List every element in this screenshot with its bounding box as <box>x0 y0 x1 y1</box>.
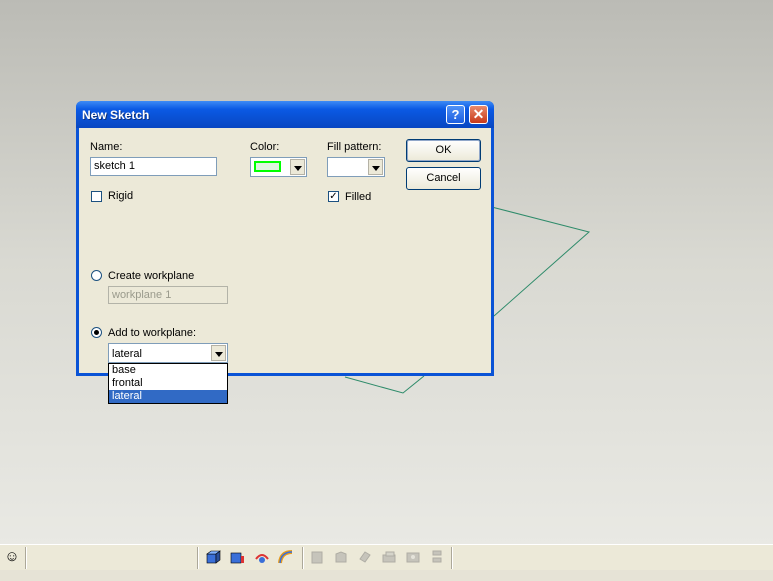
add-to-workplane-radio[interactable] <box>91 327 102 338</box>
chevron-down-icon[interactable] <box>211 345 226 361</box>
help-button[interactable]: ? <box>446 105 465 124</box>
chamfer-icon <box>357 549 373 565</box>
dropdown-item-frontal[interactable]: frontal <box>109 377 227 390</box>
status-separator <box>451 547 453 569</box>
sweep-icon[interactable] <box>254 549 270 565</box>
status-bar: ☺ <box>0 544 773 571</box>
status-separator <box>302 547 304 569</box>
loft-icon[interactable] <box>278 549 294 565</box>
fill-pattern-combo[interactable] <box>327 157 385 177</box>
name-label: Name: <box>90 141 123 153</box>
fillet-icon <box>333 549 349 565</box>
fill-pattern-label: Fill pattern: <box>327 141 382 153</box>
cancel-button[interactable]: Cancel <box>406 167 481 190</box>
rigid-label: Rigid <box>108 190 134 202</box>
window-bottom-edge <box>0 570 773 581</box>
workplane-select-value: lateral <box>112 348 142 360</box>
filled-label: Filled <box>345 191 372 203</box>
extrude-icon[interactable] <box>205 549 221 565</box>
color-label: Color: <box>250 141 280 153</box>
status-separator <box>25 547 27 569</box>
shell-icon <box>309 549 325 565</box>
dropdown-item-lateral[interactable]: lateral <box>109 390 227 403</box>
chevron-down-icon[interactable] <box>290 159 305 175</box>
color-swatch <box>254 161 281 172</box>
close-icon: ✕ <box>472 106 485 122</box>
dialog-titlebar[interactable]: New Sketch ? ✕ <box>76 101 494 128</box>
draft-icon <box>381 549 397 565</box>
add-to-workplane-label: Add to workplane: <box>108 327 197 339</box>
hole-icon <box>405 549 421 565</box>
color-combo[interactable] <box>250 157 307 177</box>
help-icon: ? <box>451 107 460 122</box>
check-icon: ✓ <box>329 191 338 202</box>
chevron-down-icon[interactable] <box>368 159 383 175</box>
rigid-checkbox[interactable] <box>91 191 102 202</box>
revolve-icon[interactable] <box>229 549 245 565</box>
workplane-select[interactable]: lateral <box>108 343 228 363</box>
dropdown-item-base[interactable]: base <box>109 364 227 377</box>
smiley-icon[interactable]: ☺ <box>4 549 20 565</box>
filled-checkbox[interactable]: ✓ <box>328 191 339 202</box>
status-separator <box>197 547 199 569</box>
pattern-icon <box>429 549 445 565</box>
create-workplane-radio[interactable] <box>91 270 102 281</box>
create-workplane-label: Create workplane <box>108 270 195 282</box>
workplane-name-input: workplane 1 <box>108 286 228 304</box>
close-button[interactable]: ✕ <box>469 105 488 124</box>
workplane-dropdown-list[interactable]: base frontal lateral <box>108 363 228 404</box>
name-input[interactable]: sketch 1 <box>90 157 217 176</box>
ok-button[interactable]: OK <box>406 139 481 162</box>
dialog-title: New Sketch <box>82 108 150 122</box>
